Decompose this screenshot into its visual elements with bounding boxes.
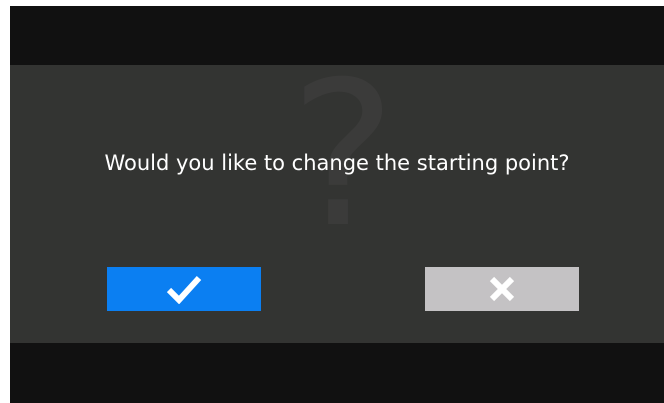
dialog-prompt: Would you like to change the starting po… [104, 151, 570, 175]
confirm-button[interactable] [107, 267, 261, 311]
checkmark-icon [166, 275, 202, 304]
confirm-dialog: ? Would you like to change the starting … [10, 65, 664, 343]
cancel-button[interactable] [425, 267, 579, 311]
close-icon [489, 276, 515, 302]
screen: ? Would you like to change the starting … [10, 6, 664, 403]
